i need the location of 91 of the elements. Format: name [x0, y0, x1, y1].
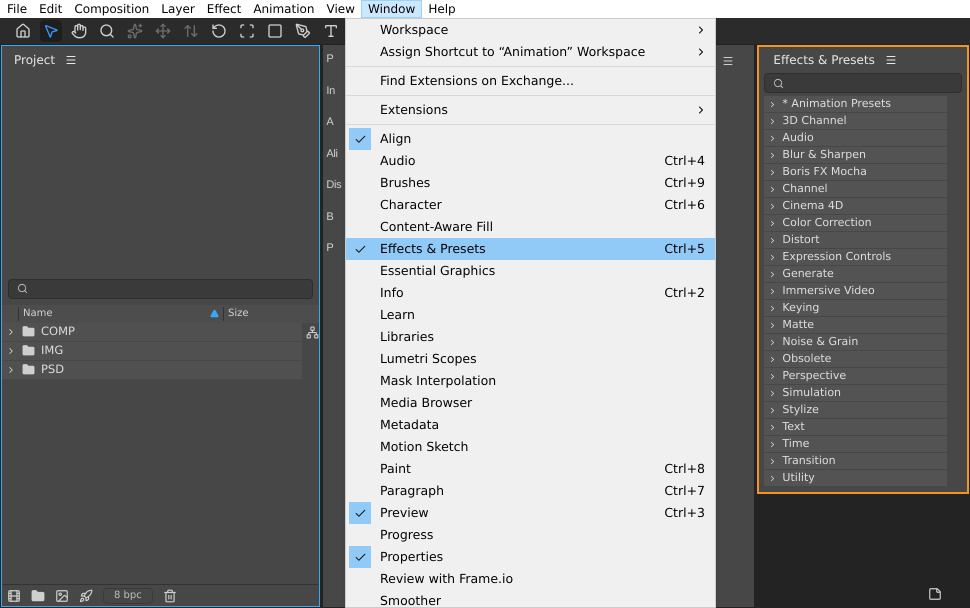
folder-icon [22, 325, 35, 338]
hierarchy-icon[interactable] [306, 326, 319, 338]
menu-item[interactable]: Extensions [346, 99, 715, 121]
search-field[interactable] [764, 73, 962, 93]
pointer-icon[interactable] [40, 20, 62, 42]
menu-item[interactable]: Mask Interpolation [346, 370, 715, 392]
panel-label: P [326, 241, 334, 256]
menu-item[interactable]: Character Ctrl+6 [346, 194, 715, 216]
menu-item[interactable]: Info Ctrl+2 [346, 282, 715, 304]
menu-item[interactable]: Learn [346, 304, 715, 326]
menu-item[interactable]: Effects & Presets Ctrl+5 [346, 238, 715, 260]
menu-item[interactable]: Align [346, 128, 715, 150]
rocket-icon[interactable] [79, 588, 93, 602]
menu-item[interactable]: Motion Sketch [346, 436, 715, 458]
effect-category[interactable]: Immersive Video [764, 283, 948, 300]
effect-category[interactable]: 3D Channel [764, 113, 948, 130]
effect-category[interactable]: Simulation [764, 385, 948, 402]
search-icon [17, 283, 28, 294]
menu-item[interactable]: Lumetri Scopes [346, 348, 715, 370]
column-heading[interactable]: Name [18, 306, 223, 320]
menu-bar-item[interactable]: View [320, 0, 361, 18]
menu-item[interactable]: Audio Ctrl+4 [346, 150, 715, 172]
panel-label: Dis [326, 178, 342, 193]
effect-category[interactable]: Keying [764, 300, 948, 317]
menu-item[interactable]: Paragraph Ctrl+7 [346, 480, 715, 502]
menu-item[interactable]: Workspace [346, 19, 715, 41]
effect-category[interactable]: Stylize [764, 402, 948, 419]
panel-label: In [326, 84, 336, 98]
folder-icon [22, 363, 35, 376]
effect-category[interactable]: Obsolete [764, 351, 948, 368]
menu-item[interactable]: Media Browser [346, 392, 715, 414]
panel-label: A [326, 115, 334, 130]
effect-category[interactable]: Cinema 4D [764, 198, 948, 215]
menu-item[interactable]: Properties [346, 546, 715, 568]
menu-item[interactable]: Find Extensions on Exchange... [346, 70, 715, 92]
effect-category[interactable]: Time [764, 436, 948, 453]
column-heading[interactable]: Size [223, 306, 298, 320]
search-field[interactable] [8, 278, 314, 298]
effect-category[interactable]: Color Correction [764, 215, 948, 232]
menu-bar-item[interactable]: Effect [200, 0, 248, 18]
menu-bar-item[interactable]: Animation [247, 0, 320, 18]
effect-category[interactable]: Boris FX Mocha [764, 164, 948, 181]
menu-item[interactable]: Metadata [346, 414, 715, 436]
menu-item[interactable]: Smoother [346, 590, 715, 607]
trash-icon[interactable] [162, 588, 177, 602]
effect-category[interactable]: Distort [764, 232, 948, 249]
menu-bar-item[interactable]: Layer [155, 0, 201, 18]
menu-item[interactable]: Assign Shortcut to “Animation” Workspace [346, 41, 715, 63]
menu-item[interactable]: Libraries [346, 326, 715, 348]
effect-category[interactable]: Perspective [764, 368, 948, 385]
panel-label: Ali [326, 146, 339, 162]
effect-category[interactable]: Expression Controls [764, 249, 948, 266]
folder-row[interactable]: COMP [2, 322, 302, 342]
menu-item[interactable]: Brushes Ctrl+9 [346, 172, 715, 194]
sort-arrow-icon [210, 309, 219, 318]
effect-category[interactable]: Text [764, 419, 948, 436]
menu-item[interactable]: Content-Aware Fill [346, 216, 715, 238]
search-icon [773, 78, 784, 88]
effect-category[interactable]: Blur & Sharpen [764, 147, 948, 164]
menu-item[interactable]: Paint Ctrl+8 [346, 458, 715, 480]
menu-bar-item[interactable]: File [1, 0, 34, 18]
effect-category[interactable]: Generate [764, 266, 948, 283]
page-icon[interactable] [928, 587, 942, 601]
effect-category[interactable]: Noise & Grain [764, 334, 948, 351]
menu-bar-item[interactable]: Edit [33, 0, 68, 18]
effect-category[interactable]: * Animation Presets [764, 96, 948, 113]
effect-category[interactable]: Channel [764, 181, 948, 198]
menu-item[interactable]: Essential Graphics [346, 260, 715, 282]
panel-title: Project [14, 52, 56, 69]
effect-category[interactable]: Matte [764, 317, 948, 334]
folder-row[interactable]: PSD [2, 360, 302, 380]
effect-category[interactable]: Utility [764, 470, 948, 487]
panel-menu-icon[interactable] [884, 54, 897, 66]
menu-bar-item[interactable]: Composition [68, 0, 156, 18]
effect-category[interactable]: Transition [764, 453, 948, 470]
folder-row[interactable]: IMG [2, 342, 302, 360]
panel-label: P [326, 52, 334, 67]
menu-bar-item[interactable]: Window [360, 0, 422, 18]
effect-category[interactable]: Audio [764, 130, 948, 147]
panel-menu-icon[interactable] [722, 55, 734, 67]
menu-item[interactable]: Preview Ctrl+3 [346, 502, 715, 524]
menu-item[interactable]: Review with Frame.io [346, 568, 715, 590]
panel-menu-icon[interactable] [65, 54, 78, 66]
menu-bar-item[interactable]: Help [422, 0, 462, 18]
panel-title: Effects & Presets [773, 52, 875, 69]
folder-icon [22, 344, 35, 357]
menu-item[interactable]: Progress [346, 524, 715, 546]
footage-icon[interactable] [7, 588, 21, 602]
bit-depth-button[interactable]: 8 bpc [103, 588, 153, 604]
panel-label: B [326, 210, 334, 224]
folder-icon[interactable] [31, 588, 45, 602]
